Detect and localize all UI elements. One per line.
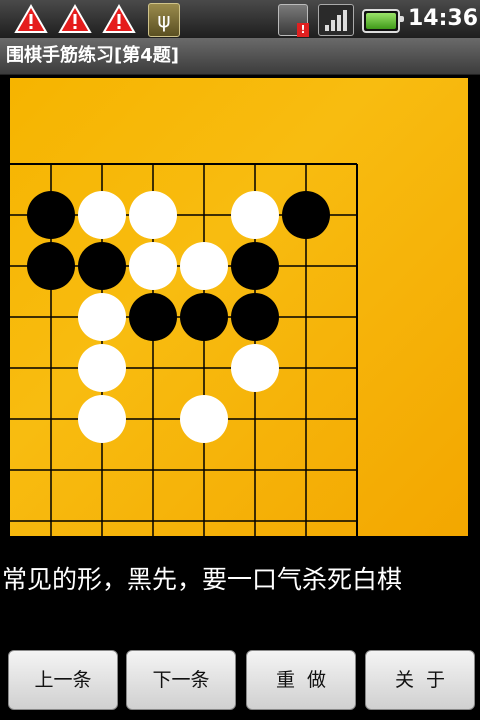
white-stone[interactable] [78,293,126,341]
go-board[interactable] [10,78,468,536]
black-stone[interactable] [180,293,228,341]
app-title: 围棋手筋练习[第4题] [6,45,179,66]
signal-icon [318,4,354,36]
redo-button[interactable]: 重 做 [246,650,356,710]
prev-button[interactable]: 上一条 [8,650,118,710]
white-stone[interactable] [129,242,177,290]
black-stone[interactable] [231,242,279,290]
sim-alert-icon [278,4,309,37]
black-stone[interactable] [78,242,126,290]
black-stone[interactable] [282,191,330,239]
black-stone[interactable] [129,293,177,341]
warning-icon [102,4,136,33]
clock: 14:36 [408,6,479,31]
black-stone[interactable] [231,293,279,341]
problem-hint: 常见的形，黑先，要一口气杀死白棋 [2,565,403,594]
status-bar: ψ 14:36 [0,0,480,38]
black-stone[interactable] [27,242,75,290]
white-stone[interactable] [180,395,228,443]
white-stone[interactable] [78,344,126,392]
white-stone[interactable] [231,191,279,239]
about-button[interactable]: 关 于 [365,650,475,710]
white-stone[interactable] [78,191,126,239]
title-bar: 围棋手筋练习[第4题] [0,38,480,75]
white-stone[interactable] [180,242,228,290]
white-stone[interactable] [78,395,126,443]
warning-icon [58,4,92,33]
white-stone[interactable] [231,344,279,392]
warning-icon [14,4,48,33]
black-stone[interactable] [27,191,75,239]
usb-icon: ψ [148,3,180,37]
white-stone[interactable] [129,191,177,239]
next-button[interactable]: 下一条 [126,650,236,710]
board-canvas[interactable] [10,78,468,536]
battery-icon [362,9,404,33]
